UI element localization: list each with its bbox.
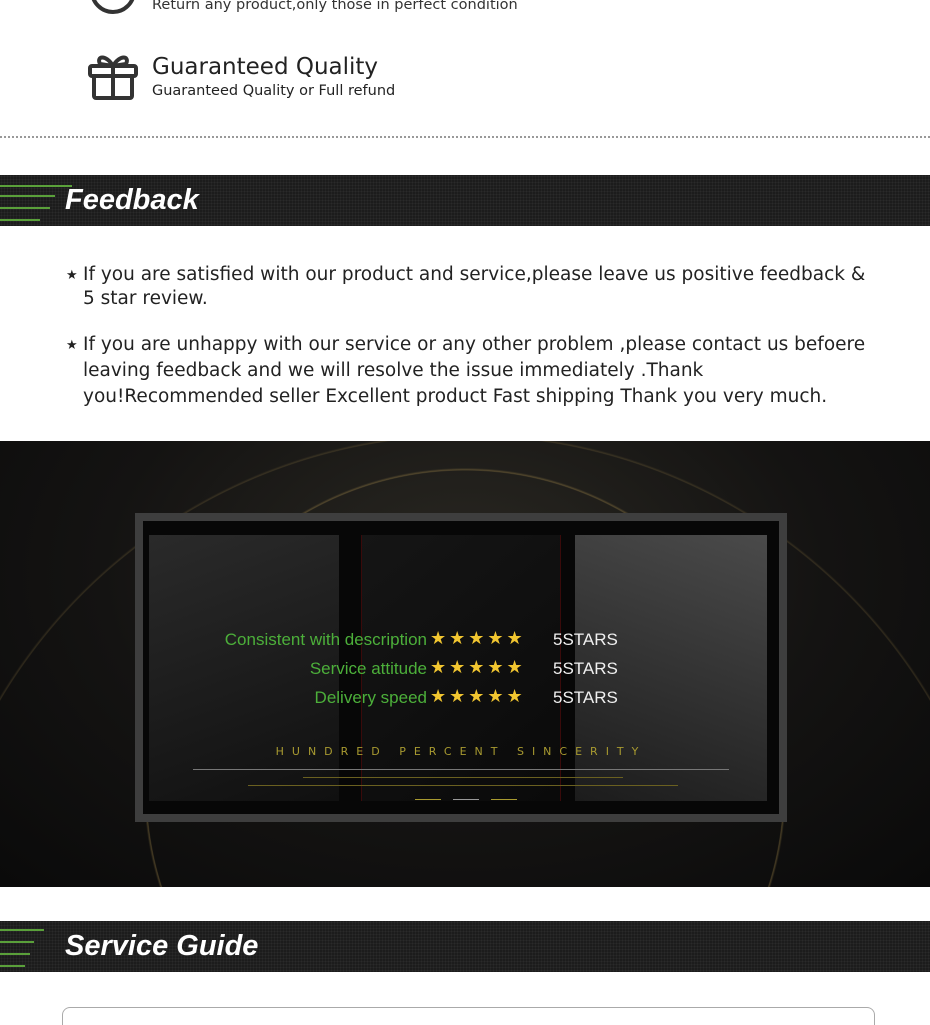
rating-row: Service attitude ★★★★★ 5STARS [309, 657, 618, 678]
green-line [0, 219, 40, 221]
star-bullet-icon: ★ [66, 268, 78, 283]
guaranteed-quality-title: Guaranteed Quality [152, 54, 379, 80]
rating-row: Delivery speed ★★★★★ 5STARS [314, 686, 618, 707]
decor-dash [491, 799, 517, 800]
guaranteed-quality-subtitle: Guaranteed Quality or Full refund [152, 83, 396, 99]
decor-dash [453, 799, 479, 800]
dotted-divider [0, 136, 930, 138]
star-bullet-icon: ★ [66, 338, 78, 353]
gift-icon [88, 55, 138, 100]
service-guide-title: Service Guide [65, 930, 259, 962]
return-policy-text: Return any product,only those in perfect… [152, 0, 518, 13]
green-line [0, 185, 72, 187]
decor-line [248, 785, 678, 786]
feedback-text: If you are satisfied with our product an… [83, 264, 866, 309]
feedback-item: ★ If you are unhappy with our service or… [66, 332, 876, 410]
return-icon [90, 0, 136, 14]
feedback-banner: Feedback [0, 175, 930, 226]
decor-line [303, 777, 623, 778]
rating-row: Consistent with description ★★★★★ 5STARS [224, 628, 618, 649]
green-line [0, 929, 44, 931]
green-line [0, 207, 50, 209]
five-stars-icon: ★★★★★ [430, 628, 526, 648]
feedback-title: Feedback [65, 184, 199, 216]
green-line [0, 941, 34, 943]
five-stars-icon: ★★★★★ [430, 686, 526, 706]
ratings-banner: Consistent with description ★★★★★ 5STARS… [0, 441, 930, 887]
green-line [0, 195, 55, 197]
feedback-item: ★ If you are satisfied with our product … [66, 263, 876, 311]
ratings-frame: Consistent with description ★★★★★ 5STARS… [135, 513, 787, 822]
divider [193, 769, 729, 770]
feedback-text: If you are unhappy with our service or a… [83, 334, 866, 407]
service-guide-banner: Service Guide [0, 921, 930, 972]
service-guide-box [62, 1007, 875, 1025]
decor-dash [415, 799, 441, 800]
green-line [0, 953, 30, 955]
five-stars-icon: ★★★★★ [430, 657, 526, 677]
green-line [0, 965, 25, 967]
sincerity-tagline: HUNDRED PERCENT SINCERITY [275, 745, 647, 758]
